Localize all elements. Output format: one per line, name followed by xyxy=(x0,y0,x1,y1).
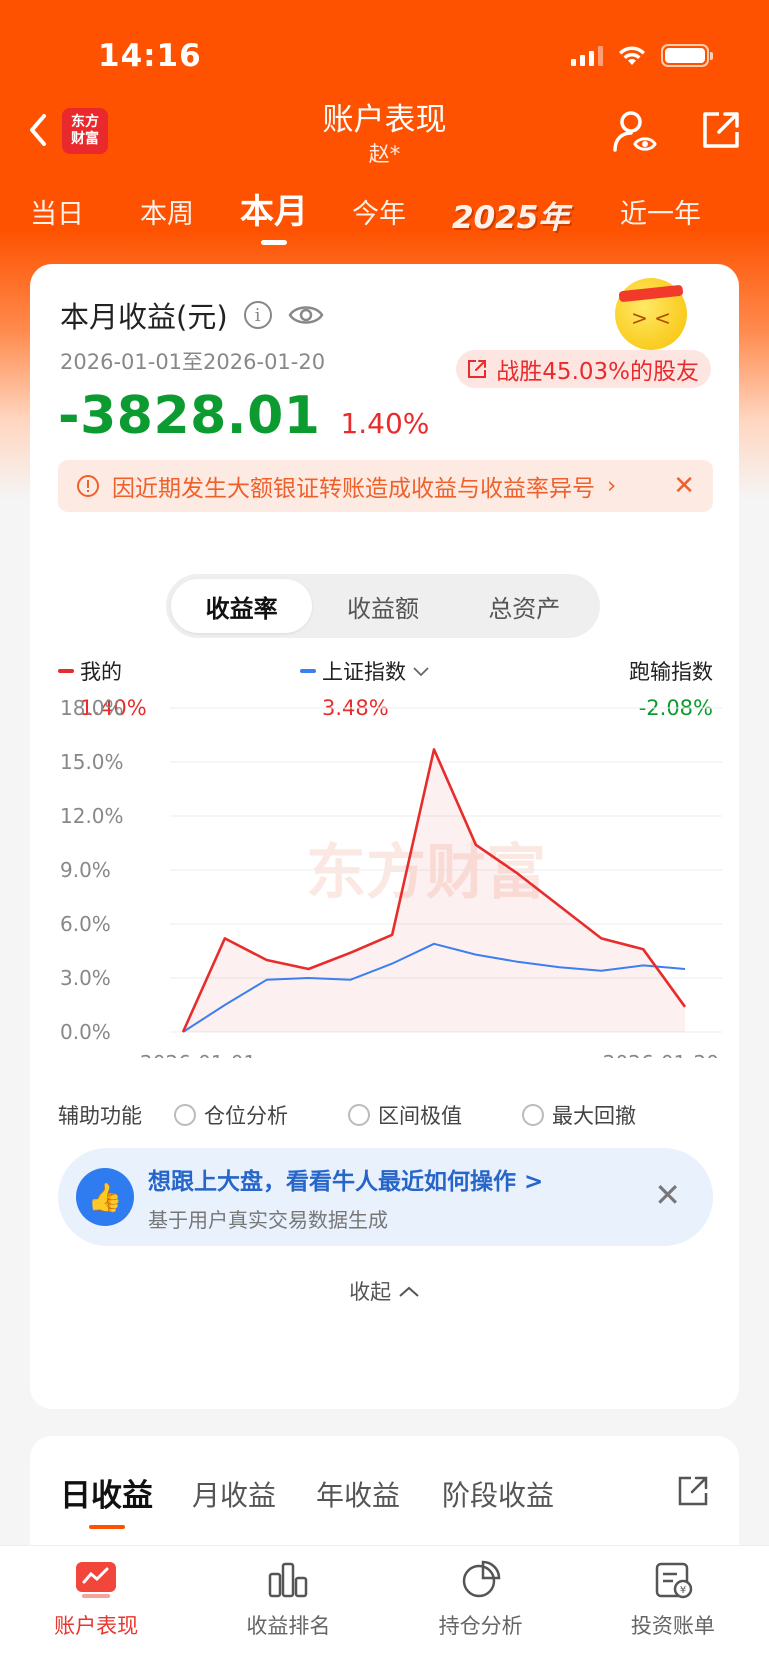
mascot-icon: > < xyxy=(615,278,687,350)
user-view-icon[interactable] xyxy=(611,108,659,156)
tab-monthly-income[interactable]: 月收益 xyxy=(192,1474,276,1514)
radio-range-extreme[interactable]: 区间极值 xyxy=(348,1100,462,1130)
status-time: 14:16 xyxy=(98,38,202,74)
bottom-nav-statement[interactable]: ¥ 投资账单 xyxy=(577,1546,769,1665)
chevron-up-icon xyxy=(399,1286,419,1297)
collapse-button[interactable]: 收起 xyxy=(30,1276,739,1306)
radio-position-analysis-label: 仓位分析 xyxy=(204,1104,288,1128)
bottom-nav-ranking-label: 收益排名 xyxy=(246,1614,331,1638)
collapse-label: 收起 xyxy=(349,1280,392,1304)
segment-total-assets[interactable]: 总资产 xyxy=(454,579,595,633)
svg-text:¥: ¥ xyxy=(680,1585,686,1596)
share-small-icon xyxy=(468,360,487,378)
amount-row: -3828.01 1.40% xyxy=(58,386,429,446)
y-tick-label: 3.0% xyxy=(60,966,111,990)
radio-range-extreme-label: 区间极值 xyxy=(378,1104,462,1128)
summary-title: 本月收益(元) xyxy=(60,300,228,334)
status-icons xyxy=(571,44,713,67)
legend-diff-label: 跑输指数 xyxy=(629,660,713,684)
y-tick-label: 12.0% xyxy=(60,804,124,828)
radio-position-analysis[interactable]: 仓位分析 xyxy=(174,1100,288,1130)
legend-mine-label: 我的 xyxy=(80,660,122,684)
close-icon[interactable]: ✕ xyxy=(654,1176,681,1214)
segment-return-rate[interactable]: 收益率 xyxy=(171,579,313,633)
radio-max-drawdown[interactable]: 最大回撤 xyxy=(522,1100,636,1130)
status-bar: 14:16 xyxy=(0,34,769,78)
share-icon[interactable] xyxy=(699,108,743,152)
metric-segment: 收益率 收益额 总资产 xyxy=(166,574,600,638)
info-icon[interactable]: i xyxy=(243,301,272,329)
bottom-nav-holdings-label: 持仓分析 xyxy=(438,1614,523,1638)
return-chart[interactable]: 东方财富18.0%15.0%12.0%9.0%6.0%3.0%0.0%2026-… xyxy=(30,688,739,1058)
tab-period-income[interactable]: 阶段收益 xyxy=(442,1474,554,1514)
trend-chart-icon xyxy=(76,1562,117,1598)
radio-max-drawdown-label: 最大回撤 xyxy=(552,1104,636,1128)
y-tick-label: 0.0% xyxy=(60,1020,111,1044)
income-tabs: 日收益 月收益 年收益 阶段收益 xyxy=(60,1468,710,1528)
profit-amount: -3828.01 xyxy=(58,386,321,446)
chevron-right-icon: › xyxy=(607,473,617,499)
bar-chart-icon xyxy=(269,1562,308,1598)
tab-this-month[interactable]: 本月 xyxy=(240,184,308,233)
close-icon[interactable]: ✕ xyxy=(673,471,695,501)
bill-icon: ¥ xyxy=(655,1562,693,1599)
y-tick-label: 6.0% xyxy=(60,912,111,936)
beat-badge[interactable]: 战胜45.03%的股友 xyxy=(456,350,711,388)
notice-text: 因近期发生大额银证转账造成收益与收益率异号 xyxy=(112,476,595,502)
thumbs-up-icon: 👍 xyxy=(76,1168,134,1226)
battery-icon xyxy=(661,44,713,67)
performance-card: 本月收益(元) i 2026-01-01至2026-01-20 > < 战胜45… xyxy=(30,264,739,1409)
x-tick-label: 2026-01-01 xyxy=(140,1051,256,1058)
y-tick-label: 18.0% xyxy=(60,696,124,720)
promo-subtitle: 基于用户真实交易数据生成 xyxy=(148,1208,388,1232)
promo-title: 想跟上大盘，看看牛人最近如何操作 > xyxy=(148,1169,544,1195)
tab-this-week[interactable]: 本周 xyxy=(140,192,194,231)
beat-text: 战胜45.03%的股友 xyxy=(496,359,699,385)
y-tick-label: 9.0% xyxy=(60,858,111,882)
segment-profit-amount[interactable]: 收益额 xyxy=(312,579,453,633)
pie-chart-icon xyxy=(462,1560,500,1598)
bottom-nav-account[interactable]: 账户表现 xyxy=(0,1546,192,1665)
bottom-nav-ranking[interactable]: 收益排名 xyxy=(192,1546,384,1665)
aux-label: 辅助功能 xyxy=(58,1104,142,1128)
bottom-nav: 账户表现 收益排名 持仓分析 ¥ 投资账单 xyxy=(0,1545,769,1665)
tab-last-year[interactable]: 近一年 xyxy=(620,192,701,231)
tab-daily-income[interactable]: 日收益 xyxy=(60,1470,153,1515)
legend-index-label: 上证指数 xyxy=(322,660,406,684)
signal-icon xyxy=(571,45,603,66)
bottom-nav-statement-label: 投资账单 xyxy=(630,1614,715,1638)
aux-functions: 辅助功能 仓位分析 区间极值 最大回撤 xyxy=(58,1100,713,1130)
promo-banner[interactable]: 👍 想跟上大盘，看看牛人最近如何操作 > 基于用户真实交易数据生成 ✕ xyxy=(58,1148,713,1246)
profit-rate: 1.40% xyxy=(340,407,430,440)
warning-icon xyxy=(77,475,99,497)
y-tick-label: 15.0% xyxy=(60,750,124,774)
date-range: 2026-01-01至2026-01-20 xyxy=(60,350,326,374)
wifi-icon xyxy=(619,45,645,65)
eye-icon[interactable] xyxy=(288,303,324,327)
tab-2025[interactable]: 2025年 xyxy=(452,192,569,237)
chevron-down-icon xyxy=(413,667,429,677)
x-tick-label: 2026-01-20 xyxy=(603,1051,719,1058)
mine-area xyxy=(183,749,685,1032)
bottom-nav-account-label: 账户表现 xyxy=(54,1614,139,1638)
tab-today[interactable]: 当日 xyxy=(30,192,84,231)
period-tabs: 当日 本周 本月 今年 2025年 近一年 xyxy=(0,182,769,242)
legend-mine-swatch xyxy=(58,669,74,673)
legend-index-swatch xyxy=(300,669,316,673)
tab-this-year[interactable]: 今年 xyxy=(352,192,406,231)
bottom-nav-holdings[interactable]: 持仓分析 xyxy=(385,1546,577,1665)
share-icon[interactable] xyxy=(676,1474,710,1508)
notice-banner[interactable]: 因近期发生大额银证转账造成收益与收益率异号 › ✕ xyxy=(58,460,713,512)
tab-yearly-income[interactable]: 年收益 xyxy=(316,1474,400,1514)
nav-bar: 东方 财富 账户表现 赵* xyxy=(0,90,769,170)
summary-title-row: 本月收益(元) i xyxy=(60,294,324,336)
